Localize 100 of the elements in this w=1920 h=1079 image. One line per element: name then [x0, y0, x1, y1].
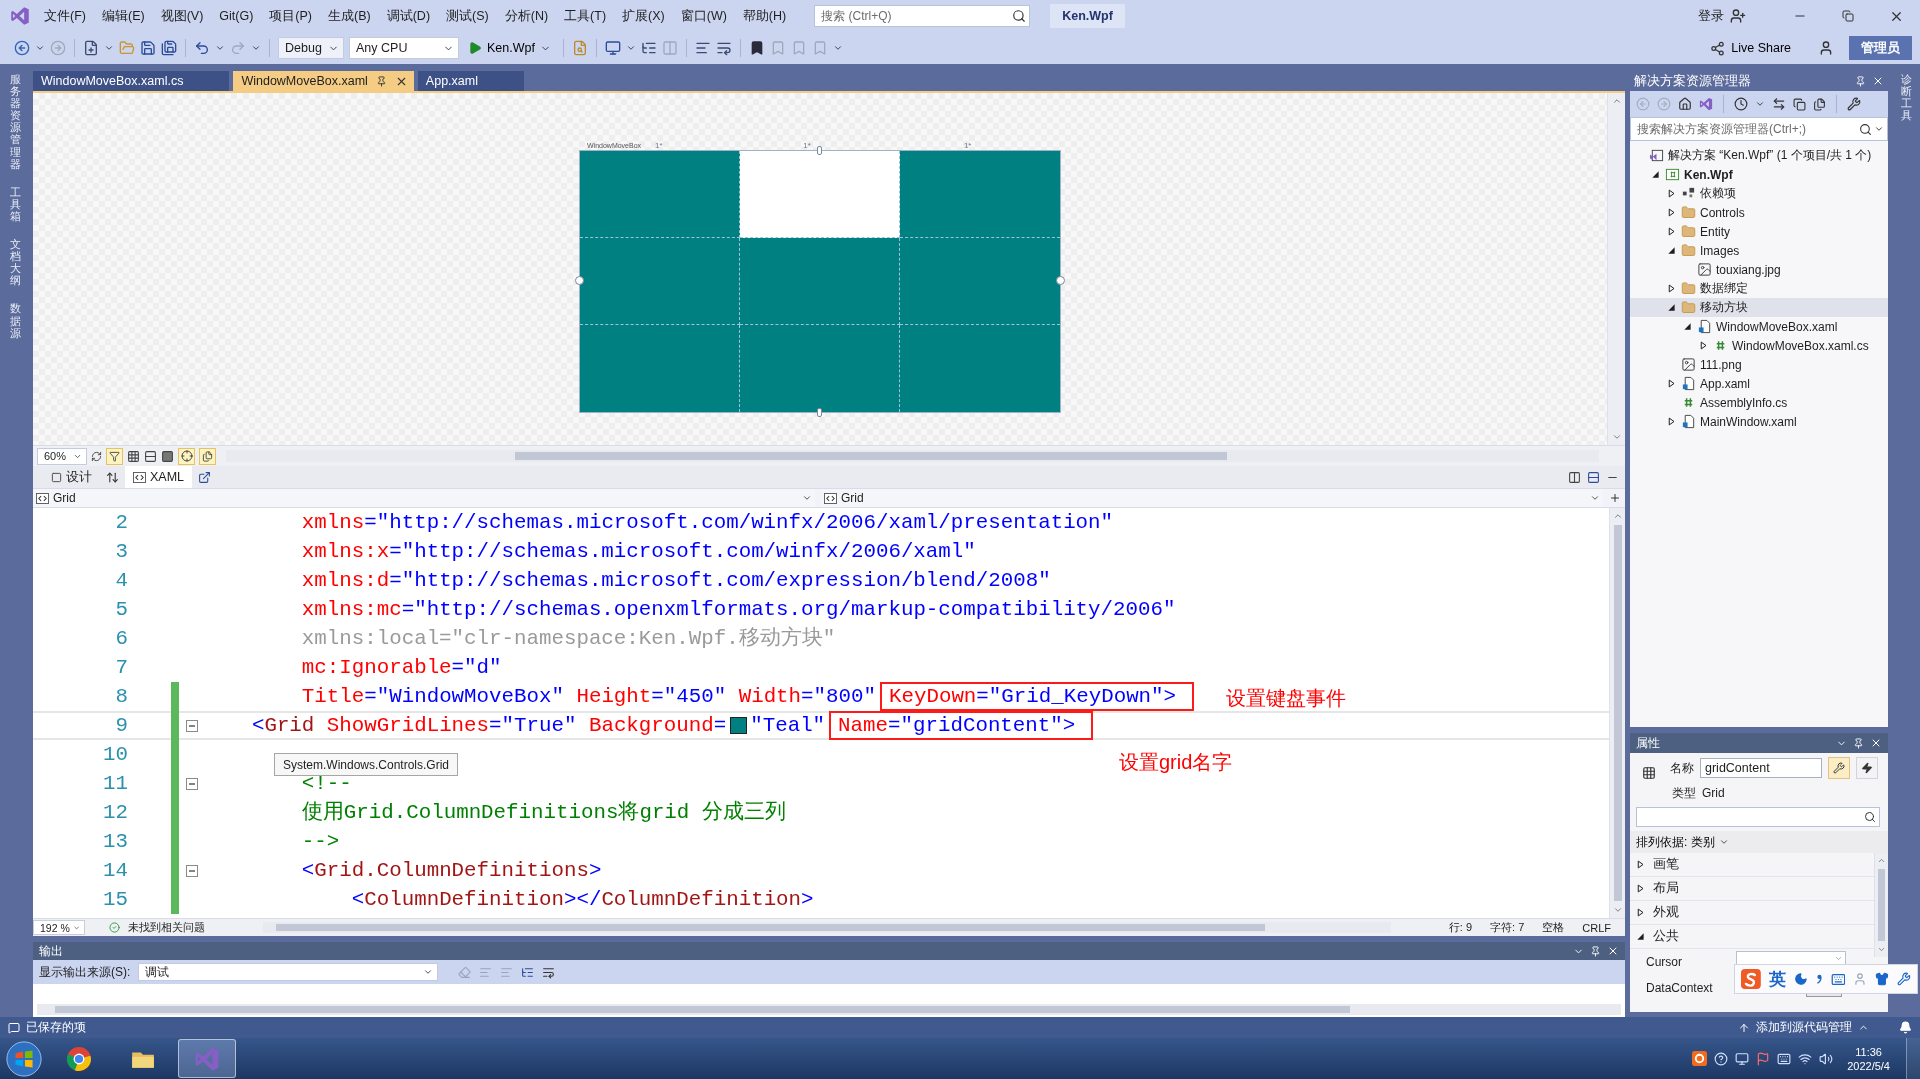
- expander-arrow-icon[interactable]: [1666, 379, 1676, 388]
- tree-item[interactable]: 依赖项: [1630, 184, 1888, 203]
- back-icon[interactable]: [14, 40, 30, 56]
- caret-icon[interactable]: [251, 43, 261, 53]
- menu-item[interactable]: 扩展(X): [614, 4, 673, 28]
- split-vertical-icon[interactable]: [1568, 470, 1581, 484]
- grid-cell[interactable]: [580, 238, 740, 325]
- search-field[interactable]: [1636, 807, 1880, 827]
- tray-app-icon[interactable]: [1692, 1051, 1708, 1066]
- close-icon[interactable]: [1872, 75, 1884, 87]
- tree-item[interactable]: 数据绑定: [1630, 279, 1888, 298]
- element-dropdown[interactable]: Grid: [33, 489, 815, 507]
- name-field[interactable]: gridContent: [1700, 758, 1822, 778]
- monitor-icon[interactable]: [1735, 1051, 1750, 1066]
- view-tab[interactable]: 设计: [43, 466, 100, 488]
- sync-icon[interactable]: [1772, 97, 1786, 111]
- caret-icon[interactable]: [625, 43, 636, 53]
- caret-icon[interactable]: [832, 43, 843, 53]
- expander-arrow-icon[interactable]: [1636, 932, 1645, 941]
- search-icon[interactable]: [1012, 9, 1027, 23]
- keyboard-icon[interactable]: [1777, 1051, 1792, 1066]
- view-tab[interactable]: XAML: [125, 466, 193, 488]
- resize-handle-icon[interactable]: [817, 146, 822, 155]
- punctuation-icon[interactable]: [1815, 973, 1823, 985]
- refresh-icon[interactable]: [91, 450, 102, 462]
- collapse-icon[interactable]: [186, 864, 198, 877]
- output-source-dropdown[interactable]: 调试: [138, 963, 439, 981]
- side-tab[interactable]: 工具箱: [9, 185, 21, 223]
- tree-item[interactable]: App.xaml: [1630, 374, 1888, 393]
- zoom-dropdown[interactable]: 60%: [37, 447, 87, 465]
- grid-icon[interactable]: [127, 449, 140, 463]
- member-dropdown[interactable]: Grid: [821, 489, 1603, 507]
- start-orb-icon[interactable]: [4, 1039, 44, 1078]
- bell-icon[interactable]: [1899, 1021, 1912, 1034]
- tree-item[interactable]: 移动方块: [1630, 298, 1888, 317]
- tree-item[interactable]: MainWindow.xaml: [1630, 412, 1888, 431]
- sort-dropdown[interactable]: 排列依据: 类别: [1630, 831, 1888, 853]
- expander-arrow-icon[interactable]: [1636, 884, 1645, 893]
- filter-toggle-icon[interactable]: [106, 447, 123, 465]
- resize-handle-icon[interactable]: [817, 408, 822, 417]
- grid-cell[interactable]: [900, 238, 1060, 325]
- tree-item[interactable]: touxiang.jpg: [1630, 260, 1888, 279]
- side-tab[interactable]: 文档大纲: [9, 238, 21, 287]
- pin-icon[interactable]: [375, 75, 387, 87]
- issues-status[interactable]: 未找到相关问题: [128, 920, 205, 935]
- document-tab[interactable]: App.xaml: [417, 71, 524, 91]
- expander-arrow-icon[interactable]: [1666, 417, 1676, 426]
- flag-icon[interactable]: [1756, 1051, 1771, 1066]
- menu-item[interactable]: 生成(B): [320, 4, 379, 28]
- vertical-scrollbar[interactable]: [1874, 853, 1888, 957]
- moon-icon[interactable]: [1793, 972, 1808, 986]
- pop-out-icon[interactable]: [198, 470, 212, 484]
- expander-arrow-icon[interactable]: [1636, 860, 1645, 869]
- menu-item[interactable]: 窗口(W): [672, 4, 735, 28]
- expander-arrow-icon[interactable]: [1666, 246, 1676, 255]
- expander-arrow-icon[interactable]: [1636, 908, 1645, 917]
- side-tab[interactable]: 数据源: [9, 302, 21, 339]
- help-icon[interactable]: [1714, 1051, 1729, 1066]
- solution-switch-icon[interactable]: [1699, 97, 1713, 111]
- shirt-icon[interactable]: [1875, 972, 1890, 986]
- tree-item[interactable]: Controls: [1630, 203, 1888, 222]
- new-item-icon[interactable]: [83, 40, 99, 56]
- caret-icon[interactable]: [35, 43, 45, 53]
- search-icon[interactable]: [1864, 811, 1876, 823]
- crosshair-toggle-icon[interactable]: [178, 447, 195, 465]
- split-horizontal-icon[interactable]: [1587, 470, 1600, 484]
- resize-handle-icon[interactable]: [1056, 276, 1065, 285]
- align-left-icon[interactable]: [694, 40, 711, 56]
- grid-cell[interactable]: [900, 151, 1060, 238]
- category-row[interactable]: 布局: [1630, 877, 1874, 901]
- save-all-icon[interactable]: [161, 40, 177, 56]
- resize-handle-icon[interactable]: [575, 276, 584, 285]
- horizontal-scrollbar[interactable]: [263, 922, 1391, 933]
- expander-arrow-icon[interactable]: [1650, 170, 1660, 179]
- properties-button[interactable]: [1828, 757, 1850, 779]
- tree-list-icon[interactable]: [640, 40, 657, 56]
- horizontal-scrollbar[interactable]: [37, 1004, 1621, 1015]
- input-mode-toggle[interactable]: 英: [1768, 967, 1786, 991]
- collapse-icon[interactable]: [186, 777, 198, 790]
- menu-item[interactable]: 编辑(E): [93, 4, 153, 28]
- keyboard-icon[interactable]: [1830, 971, 1846, 987]
- show-all-files-icon[interactable]: [1813, 97, 1826, 111]
- side-tab[interactable]: 诊断工具: [1900, 73, 1912, 122]
- menu-item[interactable]: 测试(S): [438, 4, 497, 28]
- menu-item[interactable]: Git(G): [211, 6, 262, 26]
- grid-cell[interactable]: [740, 325, 900, 412]
- tree-item[interactable]: AssemblyInfo.cs: [1630, 393, 1888, 412]
- menu-item[interactable]: 视图(V): [152, 4, 212, 28]
- pin-icon[interactable]: [1855, 75, 1866, 87]
- live-share-button[interactable]: Live Share: [1706, 36, 1795, 60]
- zoom-dropdown[interactable]: 192 %: [33, 920, 85, 935]
- configuration-dropdown[interactable]: Debug: [278, 37, 344, 59]
- source-control-button[interactable]: 添加到源代码管理: [1734, 1019, 1873, 1036]
- expander-arrow-icon[interactable]: [1666, 284, 1676, 293]
- tree-item[interactable]: Ken.Wpf: [1630, 165, 1888, 184]
- list-icon[interactable]: [521, 965, 535, 979]
- side-tab[interactable]: 服务器资源管理器: [9, 73, 21, 170]
- user-icon[interactable]: [1818, 40, 1834, 56]
- caret-icon[interactable]: [215, 43, 225, 53]
- network-icon[interactable]: [1798, 1051, 1813, 1066]
